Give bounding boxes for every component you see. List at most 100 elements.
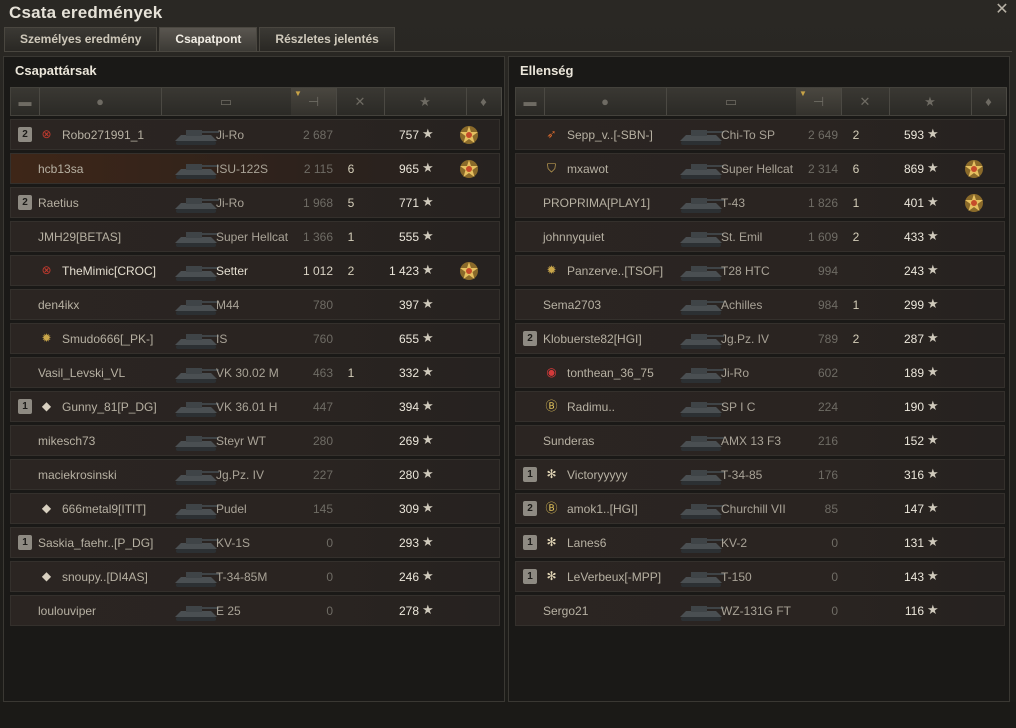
tank-icon [171, 361, 221, 386]
vehicle-name: VK 36.01 H [216, 400, 278, 414]
star-icon: ★ [422, 126, 434, 141]
allies-row[interactable]: ◆ 666metal9[ITIT] Pudel 145 309 ★ [10, 493, 500, 524]
vehicle-name: T-34-85M [216, 570, 268, 584]
tank-icon [676, 429, 726, 454]
vehicle-name: AMX 13 F3 [721, 434, 782, 448]
tab-team-score[interactable]: Csapatpont [159, 27, 258, 51]
damage-value: 1 609 [807, 230, 838, 244]
medal-icon[interactable]: ♦ [971, 88, 1007, 115]
player-name: Lanes6 [567, 536, 607, 550]
close-icon[interactable]: ✕ [994, 2, 1010, 18]
tank-icon [676, 565, 726, 590]
player-name: maciekrosinski [38, 468, 117, 482]
vehicle-name: Ji-Ro [721, 366, 750, 380]
xp-value: 143 [903, 570, 924, 584]
star-icon: ★ [422, 330, 434, 345]
allies-row[interactable]: maciekrosinski Jg.Pz. IV 227 280 ★ [10, 459, 500, 490]
xp-star-icon[interactable]: ★ [889, 88, 972, 115]
enemies-row[interactable]: 1 ✻ Lanes6 KV-2 0 131 ★ [515, 527, 1005, 558]
tank-icon[interactable]: ▭ [161, 88, 292, 115]
enemies-row[interactable]: ⛉ mxawot Super Hellcat 2 314 6 869 ★ [515, 153, 1005, 184]
player-name: Vasil_Levski_VL [38, 366, 126, 380]
allies-row[interactable]: 2 ⊗ Robo271991_1 Ji-Ro 2 687 757 ★ [10, 119, 500, 150]
star-icon: ★ [422, 432, 434, 447]
enemies-row[interactable]: 1 ✻ Victoryyyyy T-34-85 176 316 ★ [515, 459, 1005, 490]
damage-value: 1 012 [302, 264, 333, 278]
player-name: Klobuerste82[HGI] [543, 332, 642, 346]
tank-icon [676, 531, 726, 556]
damage-icon[interactable]: ⊣ ▼ [291, 88, 337, 115]
allies-row[interactable]: loulouviper E 25 0 278 ★ [10, 595, 500, 626]
enemies-row[interactable]: Sema2703 Achilles 984 1 299 ★ [515, 289, 1005, 320]
allies-row[interactable]: mikesch73 Steyr WT 280 269 ★ [10, 425, 500, 456]
tab-personal-results[interactable]: Személyes eredmény [4, 27, 158, 51]
kills-value: 1 [347, 230, 355, 244]
squad-badge: 1 [523, 467, 537, 482]
allies-row[interactable]: ✹ Smudo666[_PK-] IS 760 655 ★ [10, 323, 500, 354]
player-name: Sergo21 [543, 604, 589, 618]
player-name: amok1..[HGI] [567, 502, 638, 516]
allies-row[interactable]: 1 Saskia_faehr..[P_DG] KV-1S 0 293 ★ [10, 527, 500, 558]
player-icon[interactable]: ● [544, 88, 667, 115]
allies-row[interactable]: ◆ snoupy..[DI4AS] T-34-85M 0 246 ★ [10, 561, 500, 592]
allies-row[interactable]: 2 Raetius Ji-Ro 1 968 5 771 ★ [10, 187, 500, 218]
player-name: 666metal9[ITIT] [62, 502, 147, 516]
player-name: TheMimic[CROC] [62, 264, 157, 278]
enemies-row[interactable]: 1 ✻ LeVerbeux[-MPP] T-150 0 143 ★ [515, 561, 1005, 592]
allies-row[interactable]: hcb13sa ISU-122S 2 115 6 965 ★ [10, 153, 500, 184]
star-icon: ★ [927, 296, 939, 311]
xp-value: 771 [398, 196, 419, 210]
enemies-row[interactable]: Sunderas AMX 13 F3 216 152 ★ [515, 425, 1005, 456]
tank-icon [171, 327, 221, 352]
enemies-row[interactable]: Ⓑ Radimu.. SP I C 224 190 ★ [515, 391, 1005, 422]
tab-detailed-report[interactable]: Részletes jelentés [259, 27, 395, 51]
xp-value: 131 [903, 536, 924, 550]
enemies-panel: Ellenség ▬ ● ▭ ⊣ ▼ ✕ ★ ♦ ➶ Sepp_v..[-SBN-] Chi-To… [508, 56, 1010, 702]
allies-row[interactable]: ⊗ TheMimic[CROC] Setter 1 012 2 1 423 ★ [10, 255, 500, 286]
xp-value: 269 [398, 434, 419, 448]
allies-row[interactable]: JMH29[BETAS] Super Hellcat 1 366 1 555 ★ [10, 221, 500, 252]
enemies-row[interactable]: ◉ tonthean_36_75 Ji-Ro 602 189 ★ [515, 357, 1005, 388]
medal-icon[interactable]: ♦ [466, 88, 502, 115]
allies-row[interactable]: Vasil_Levski_VL VK 30.02 M 463 1 332 ★ [10, 357, 500, 388]
enemies-row[interactable]: johnnyquiet St. Emil 1 609 2 433 ★ [515, 221, 1005, 252]
battle-results-window: Csata eredmények ✕ Személyes eredmény Cs… [0, 0, 1016, 728]
allies-row[interactable]: den4ikx M44 780 397 ★ [10, 289, 500, 320]
vehicle-name: E 25 [216, 604, 241, 618]
kills-value: 6 [347, 162, 355, 176]
star-icon: ★ [927, 330, 939, 345]
vehicle-name: M44 [216, 298, 240, 312]
tank-icon[interactable]: ▭ [666, 88, 797, 115]
squad-icon[interactable]: ▬ [11, 88, 40, 115]
enemies-row[interactable]: PROPRIMA[PLAY1] T-43 1 826 1 401 ★ [515, 187, 1005, 218]
squad-icon[interactable]: ▬ [516, 88, 545, 115]
damage-value: 463 [312, 366, 333, 380]
squad-badge: 1 [18, 399, 32, 414]
enemies-row[interactable]: 2 Ⓑamok1..[HGI] Churchill VII 85 147 ★ [515, 493, 1005, 524]
kills-value: 2 [852, 128, 860, 142]
snowflake-emblem-icon: ✻ [546, 569, 557, 583]
enemies-row[interactable]: ✹ Panzerve..[TSOF] T28 HTC 994 243 ★ [515, 255, 1005, 286]
player-name: johnnyquiet [543, 230, 605, 244]
allies-row[interactable]: 1 ◆ Gunny_81[P_DG] VK 36.01 H 447 394 ★ [10, 391, 500, 422]
xp-star-icon[interactable]: ★ [384, 88, 467, 115]
star-icon: ★ [927, 160, 939, 175]
vehicle-name: Super Hellcat [216, 230, 289, 244]
kills-value: 1 [852, 196, 860, 210]
tank-icon [171, 463, 221, 488]
tank-icon [171, 157, 221, 182]
vehicle-name: Pudel [216, 502, 247, 516]
damage-icon[interactable]: ⊣ ▼ [796, 88, 842, 115]
damage-value: 2 649 [807, 128, 838, 142]
tab-bar: Személyes eredmény Csapatpont Részletes … [4, 27, 397, 51]
vehicle-name: St. Emil [721, 230, 763, 244]
enemies-row[interactable]: Sergo21 WZ-131G FT 0 116 ★ [515, 595, 1005, 626]
player-icon[interactable]: ● [39, 88, 162, 115]
kills-icon[interactable]: ✕ [841, 88, 890, 115]
enemies-row[interactable]: 2 Klobuerste82[HGI] Jg.Pz. IV 789 2 287 ★ [515, 323, 1005, 354]
xp-value: 280 [398, 468, 419, 482]
kills-icon[interactable]: ✕ [336, 88, 385, 115]
enemies-row[interactable]: ➶ Sepp_v..[-SBN-] Chi-To SP 2 649 2 593 ★ [515, 119, 1005, 150]
star-icon: ★ [927, 126, 939, 141]
vehicle-name: WZ-131G FT [721, 604, 792, 618]
